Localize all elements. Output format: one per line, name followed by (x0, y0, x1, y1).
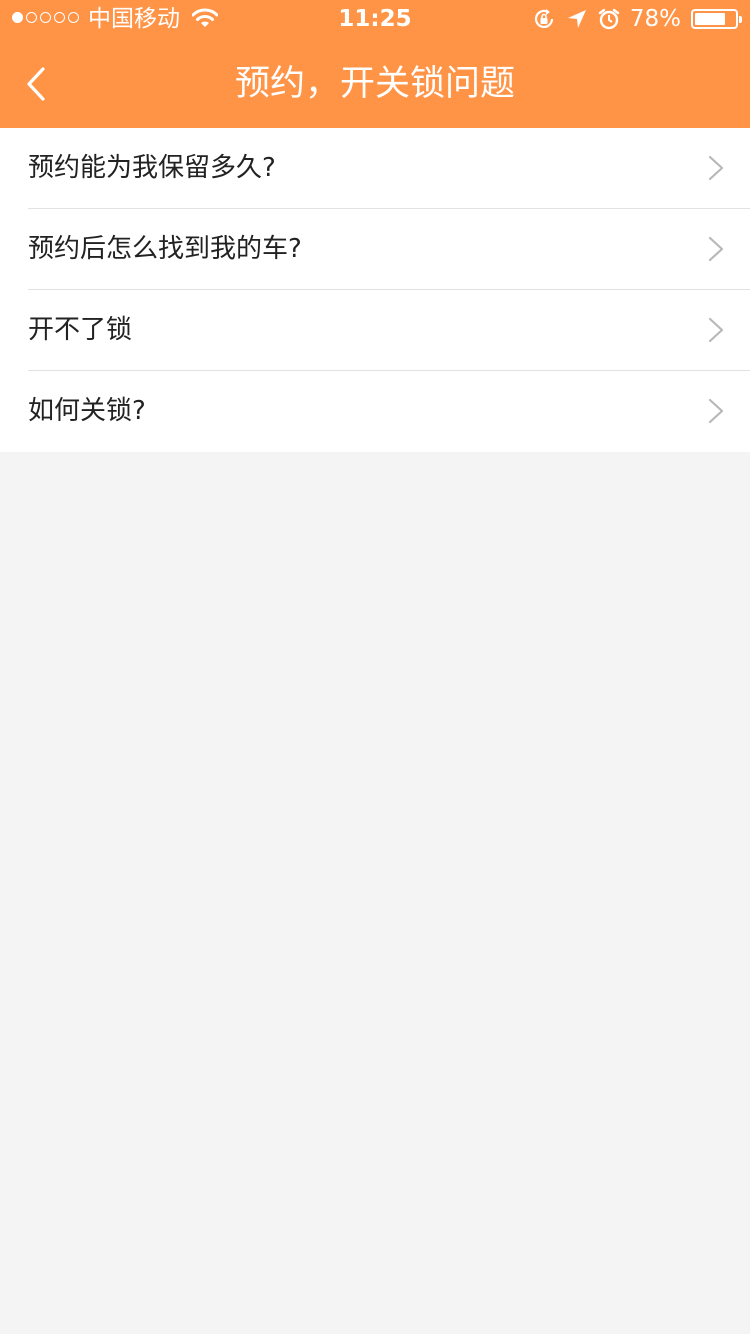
back-button[interactable] (18, 60, 62, 108)
faq-item-find-car[interactable]: 预约后怎么找到我的车? (28, 209, 750, 290)
faq-list: 预约能为我保留多久? 预约后怎么找到我的车? 开不了锁 如何关锁? (0, 128, 750, 452)
battery-fill (695, 13, 725, 25)
faq-item-how-to-lock[interactable]: 如何关锁? (28, 371, 750, 452)
battery-tip (739, 16, 742, 23)
status-bar: 中国移动 11:25 78% (0, 0, 750, 40)
status-right-group: 78% (532, 4, 742, 34)
faq-item-cannot-unlock[interactable]: 开不了锁 (28, 290, 750, 371)
nav-bar: 预约，开关锁问题 (0, 40, 750, 128)
faq-item-label: 如何关锁? (28, 396, 146, 426)
faq-item-reservation-duration[interactable]: 预约能为我保留多久? (28, 128, 750, 209)
page-title: 预约，开关锁问题 (234, 64, 515, 104)
rotation-lock-icon (534, 9, 553, 28)
chevron-right-icon (708, 155, 724, 181)
chevron-right-icon (708, 236, 724, 262)
battery-percent: 78% (629, 6, 681, 32)
chevron-left-icon (27, 67, 45, 101)
faq-item-label: 开不了锁 (28, 315, 133, 345)
location-arrow-icon (567, 10, 586, 28)
battery-icon (691, 9, 742, 29)
alarm-clock-icon (598, 8, 620, 30)
header: 中国移动 11:25 78% 预约，开关锁问题 (0, 0, 750, 128)
chevron-right-icon (708, 398, 724, 424)
faq-item-label: 预约能为我保留多久? (28, 153, 276, 183)
chevron-right-icon (708, 317, 724, 343)
faq-item-label: 预约后怎么找到我的车? (28, 234, 302, 264)
